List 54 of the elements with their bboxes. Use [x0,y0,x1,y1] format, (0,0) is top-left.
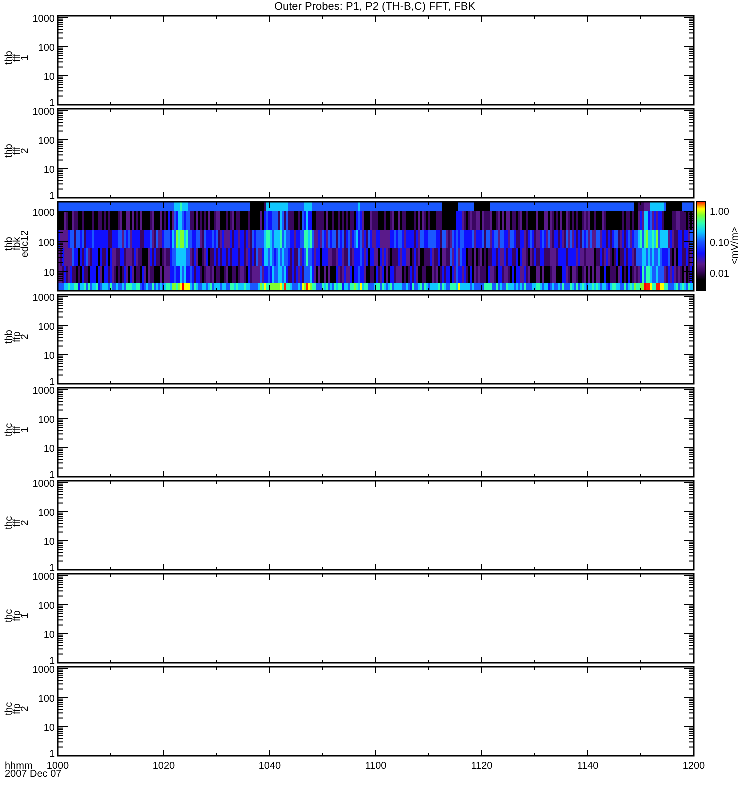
color-scale-label: 0.01 [710,269,730,280]
x-axis-label: 1120 [471,761,493,772]
y-axis-label: 1000 [32,665,55,676]
panel-label: ffp [12,332,23,342]
y-axis-label: 10 [44,72,55,83]
panel-label: 1 [20,427,31,433]
x-axis-label: 1200 [682,761,706,772]
y-axis-label: 100 [38,508,55,519]
panel-label: 2 [20,520,31,526]
x-axis-label: 1140 [577,761,599,772]
plot-title: Outer Probes: P1, P2 (TH-B,C) FFT, FBK [274,0,476,14]
y-axis-label: 10 [44,537,55,548]
color-scale-title: <mV/m> [730,227,741,265]
y-axis-label: 100 [38,43,55,54]
y-axis-label: 1 [49,749,55,758]
y-axis-label: 1 [49,191,55,200]
panel-label: edc12 [20,230,31,258]
y-axis-label: 1000 [32,14,55,25]
panel-label: 1 [20,55,31,61]
x-axis-title: 2007 Dec 07 [5,769,62,780]
y-axis-label: 1000 [32,107,55,118]
panel-label: 1 [20,613,31,619]
y-axis-label: 10 [44,630,55,641]
y-axis-label: 1000 [32,479,55,490]
y-axis-label: 100 [38,322,55,333]
y-axis-label: 10 [44,723,55,734]
y-axis-label: 1 [49,470,55,479]
panel-label: ffp [12,610,23,622]
color-scale-label: 1.00 [710,207,730,218]
y-axis-label: 1000 [32,293,55,304]
y-axis-label: 100 [38,136,55,147]
y-axis-label: 10 [44,165,55,176]
panel-label: 2 [20,148,31,154]
y-axis-label: 100 [38,694,55,705]
y-axis-label: 1 [49,98,55,107]
x-axis-label: 1100 [365,761,387,772]
y-axis-label: 1000 [32,208,55,219]
y-axis-label: 1000 [32,386,55,397]
panel-label: ffp [12,704,23,714]
x-axis-label: 1020 [152,761,176,772]
y-axis-label: 1 [49,656,55,665]
y-axis-label: 100 [38,238,55,249]
y-axis-label: 10 [44,351,55,362]
color-scale-label: 0.10 [710,238,730,249]
panel-label: 2 [20,334,31,340]
y-axis-label: 10 [44,268,55,279]
y-axis-label: 100 [38,601,55,612]
y-axis-label: 1 [49,377,55,386]
x-axis-label: 1040 [258,761,282,772]
panel-label: 2 [20,706,31,712]
y-axis-label: 100 [38,415,55,426]
y-axis-label: 10 [44,444,55,455]
y-axis-label: 1000 [32,572,55,583]
y-axis-label: 1 [49,563,55,572]
